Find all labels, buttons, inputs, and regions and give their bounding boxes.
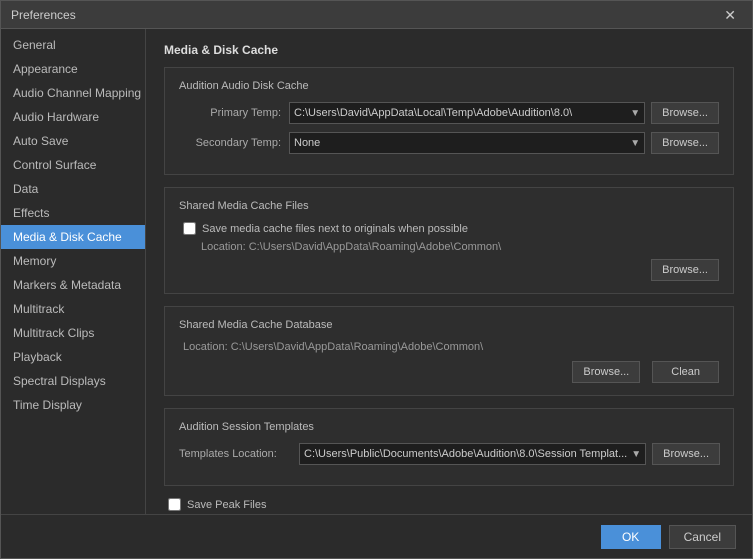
shared-media-cache-files-block: Shared Media Cache Files Save media cach… bbox=[164, 187, 734, 294]
sidebar-item-spectral-displays[interactable]: Spectral Displays bbox=[1, 369, 145, 393]
shared-media-cache-browse-row: Browse... bbox=[179, 259, 719, 281]
templates-browse-button[interactable]: Browse... bbox=[652, 443, 720, 465]
sidebar-item-markers-metadata[interactable]: Markers & Metadata bbox=[1, 273, 145, 297]
sidebar-item-media-disk-cache[interactable]: Media & Disk Cache bbox=[1, 225, 145, 249]
audition-session-templates-title: Audition Session Templates bbox=[179, 421, 719, 433]
footer: OK Cancel bbox=[1, 514, 752, 558]
shared-media-cache-database-browse-button[interactable]: Browse... bbox=[572, 361, 640, 383]
ok-button[interactable]: OK bbox=[601, 525, 661, 549]
sidebar-item-multitrack[interactable]: Multitrack bbox=[1, 297, 145, 321]
shared-media-cache-database-title: Shared Media Cache Database bbox=[179, 319, 719, 331]
primary-temp-input[interactable]: C:\Users\David\AppData\Local\Temp\Adobe\… bbox=[289, 102, 645, 124]
primary-temp-dropdown-icon[interactable]: ▼ bbox=[626, 108, 640, 119]
sidebar-item-multitrack-clips[interactable]: Multitrack Clips bbox=[1, 321, 145, 345]
primary-temp-row: Primary Temp: C:\Users\David\AppData\Loc… bbox=[179, 102, 719, 124]
audition-session-templates-block: Audition Session Templates Templates Loc… bbox=[164, 408, 734, 486]
primary-temp-browse-button[interactable]: Browse... bbox=[651, 102, 719, 124]
save-media-cache-row: Save media cache files next to originals… bbox=[179, 222, 719, 235]
sidebar-item-memory[interactable]: Memory bbox=[1, 249, 145, 273]
save-peak-files-label: Save Peak Files bbox=[187, 499, 266, 511]
secondary-temp-dropdown-icon[interactable]: ▼ bbox=[626, 138, 640, 149]
sidebar: General Appearance Audio Channel Mapping… bbox=[1, 29, 146, 514]
cancel-button[interactable]: Cancel bbox=[669, 525, 736, 549]
sidebar-item-effects[interactable]: Effects bbox=[1, 201, 145, 225]
save-media-cache-label: Save media cache files next to originals… bbox=[202, 223, 468, 235]
main-content: Media & Disk Cache Audition Audio Disk C… bbox=[146, 29, 752, 514]
title-bar: Preferences ✕ bbox=[1, 1, 752, 29]
shared-media-cache-location: Location: C:\Users\David\AppData\Roaming… bbox=[179, 241, 719, 253]
secondary-temp-browse-button[interactable]: Browse... bbox=[651, 132, 719, 154]
shared-media-cache-database-actions: Browse... Clean bbox=[179, 361, 719, 383]
save-media-cache-checkbox[interactable] bbox=[183, 222, 196, 235]
shared-media-cache-browse-button[interactable]: Browse... bbox=[651, 259, 719, 281]
clean-button[interactable]: Clean bbox=[652, 361, 719, 383]
save-peak-files-row: Save Peak Files bbox=[164, 498, 734, 511]
templates-location-value: C:\Users\Public\Documents\Adobe\Audition… bbox=[304, 448, 627, 460]
sidebar-item-auto-save[interactable]: Auto Save bbox=[1, 129, 145, 153]
sidebar-item-playback[interactable]: Playback bbox=[1, 345, 145, 369]
dialog-content: General Appearance Audio Channel Mapping… bbox=[1, 29, 752, 514]
sidebar-item-audio-hardware[interactable]: Audio Hardware bbox=[1, 105, 145, 129]
shared-media-cache-database-location: Location: C:\Users\David\AppData\Roaming… bbox=[179, 341, 719, 353]
sidebar-item-appearance[interactable]: Appearance bbox=[1, 57, 145, 81]
templates-location-input[interactable]: C:\Users\Public\Documents\Adobe\Audition… bbox=[299, 443, 646, 465]
sidebar-item-time-display[interactable]: Time Display bbox=[1, 393, 145, 417]
section-title: Media & Disk Cache bbox=[164, 43, 734, 57]
save-peak-files-checkbox[interactable] bbox=[168, 498, 181, 511]
primary-temp-value: C:\Users\David\AppData\Local\Temp\Adobe\… bbox=[294, 107, 572, 119]
shared-media-cache-database-block: Shared Media Cache Database Location: C:… bbox=[164, 306, 734, 396]
sidebar-item-data[interactable]: Data bbox=[1, 177, 145, 201]
shared-media-cache-files-title: Shared Media Cache Files bbox=[179, 200, 719, 212]
templates-location-dropdown-icon[interactable]: ▼ bbox=[627, 449, 641, 460]
audition-audio-disk-cache-title: Audition Audio Disk Cache bbox=[179, 80, 719, 92]
templates-location-row: Templates Location: C:\Users\Public\Docu… bbox=[179, 443, 719, 465]
preferences-dialog: Preferences ✕ General Appearance Audio C… bbox=[0, 0, 753, 559]
templates-location-label: Templates Location: bbox=[179, 448, 299, 460]
primary-temp-label: Primary Temp: bbox=[179, 107, 289, 119]
secondary-temp-row: Secondary Temp: None ▼ Browse... bbox=[179, 132, 719, 154]
audition-audio-disk-cache-block: Audition Audio Disk Cache Primary Temp: … bbox=[164, 67, 734, 175]
dialog-title: Preferences bbox=[11, 8, 76, 22]
secondary-temp-value: None bbox=[294, 137, 320, 149]
sidebar-item-control-surface[interactable]: Control Surface bbox=[1, 153, 145, 177]
sidebar-item-general[interactable]: General bbox=[1, 33, 145, 57]
sidebar-item-audio-channel-mapping[interactable]: Audio Channel Mapping bbox=[1, 81, 145, 105]
close-button[interactable]: ✕ bbox=[718, 6, 742, 24]
secondary-temp-label: Secondary Temp: bbox=[179, 137, 289, 149]
secondary-temp-input[interactable]: None ▼ bbox=[289, 132, 645, 154]
